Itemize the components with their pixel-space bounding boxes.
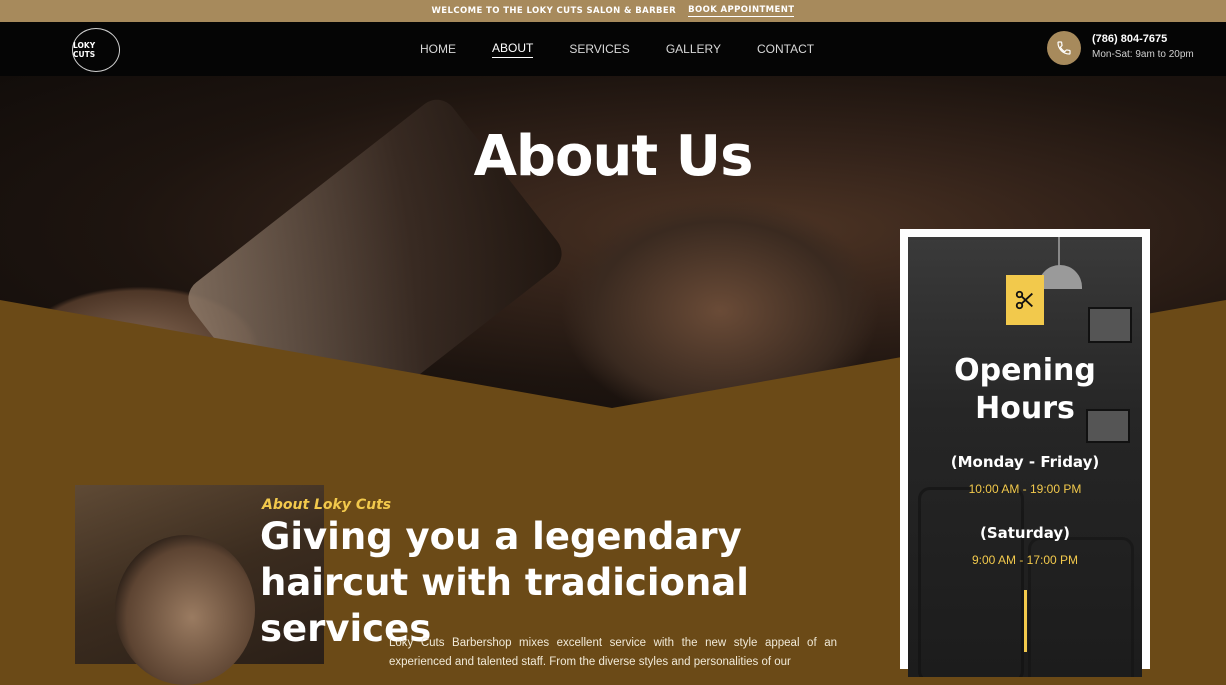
main-navbar: LOKY CUTS HOME ABOUT SERVICES GALLERY CO… — [0, 22, 1226, 76]
announcement-bar: WELCOME TO THE LOKY CUTS SALON & BARBER … — [0, 0, 1226, 22]
nav-item-home[interactable]: HOME — [420, 42, 456, 56]
section-headline: Giving you a legendary haircut with trad… — [260, 515, 749, 650]
saturday-hours: 9:00 AM - 17:00 PM — [971, 553, 1079, 567]
barber-photo-client — [115, 535, 255, 685]
barber-chair — [918, 487, 1024, 677]
opening-hours-title: Opening Hours — [954, 353, 1096, 426]
section-kicker: About Loky Cuts — [262, 497, 392, 513]
phone-icon[interactable] — [1047, 31, 1081, 65]
nav-item-gallery[interactable]: GALLERY — [666, 42, 721, 56]
phone-number[interactable]: (786) 804-7675 — [1092, 33, 1167, 45]
nav-item-services[interactable]: SERVICES — [569, 42, 629, 56]
business-hours-text: Mon-Sat: 9am to 20pm — [1092, 49, 1194, 60]
site-logo[interactable]: LOKY CUTS — [72, 28, 120, 72]
weekday-label: (Monday - Friday) — [950, 453, 1100, 471]
lamp-cord — [1058, 237, 1060, 267]
nav-item-about[interactable]: ABOUT — [492, 41, 534, 58]
welcome-text: WELCOME TO THE LOKY CUTS SALON & BARBER — [431, 6, 677, 16]
page-title: About Us — [473, 124, 754, 189]
nav-item-contact[interactable]: CONTACT — [757, 42, 814, 56]
lamp-shade — [1038, 265, 1082, 289]
accent-divider — [1024, 590, 1027, 652]
nav-menu: HOME ABOUT SERVICES GALLERY CONTACT — [420, 22, 850, 76]
wall-frame — [1088, 307, 1132, 343]
scissors-icon — [1006, 275, 1044, 325]
saturday-label: (Saturday) — [979, 524, 1071, 542]
book-appointment-link[interactable]: BOOK APPOINTMENT — [688, 5, 795, 17]
about-paragraph: Loky Cuts Barbershop mixes excellent ser… — [389, 637, 837, 668]
weekday-hours: 10:00 AM - 19:00 PM — [968, 482, 1082, 496]
